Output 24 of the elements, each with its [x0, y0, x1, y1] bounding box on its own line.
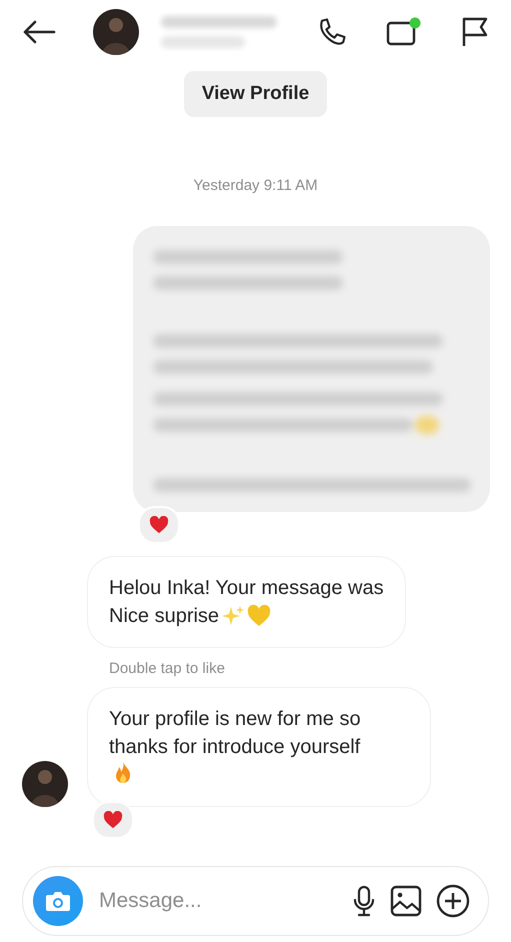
video-call-button[interactable] — [386, 16, 422, 48]
message-text: Helou Inka! Your message was — [109, 576, 384, 601]
message-text: Your profile is new for me so thanks for introduce yourself — [109, 707, 362, 760]
view-profile-button[interactable]: View Profile — [184, 71, 328, 117]
add-button[interactable] — [436, 884, 470, 918]
heart-icon — [247, 604, 272, 628]
message-text: Nice suprise — [109, 604, 220, 629]
voice-button[interactable] — [352, 885, 376, 917]
plus-icon — [436, 884, 470, 918]
timestamp: Yesterday 9:11 AM — [192, 177, 319, 194]
heart-icon — [103, 811, 123, 829]
gallery-button[interactable] — [390, 885, 422, 917]
flag-icon — [461, 16, 489, 48]
avatar[interactable] — [22, 761, 68, 807]
avatar[interactable] — [92, 9, 139, 55]
back-button[interactable] — [22, 20, 56, 44]
report-button[interactable] — [461, 16, 489, 48]
double-tap-hint: Double tap to like — [109, 660, 226, 677]
camera-icon — [45, 890, 71, 912]
camera-button[interactable] — [33, 876, 83, 926]
image-icon — [390, 885, 422, 917]
microphone-icon — [352, 885, 376, 917]
heart-icon — [149, 516, 169, 534]
back-arrow-icon — [22, 20, 56, 44]
